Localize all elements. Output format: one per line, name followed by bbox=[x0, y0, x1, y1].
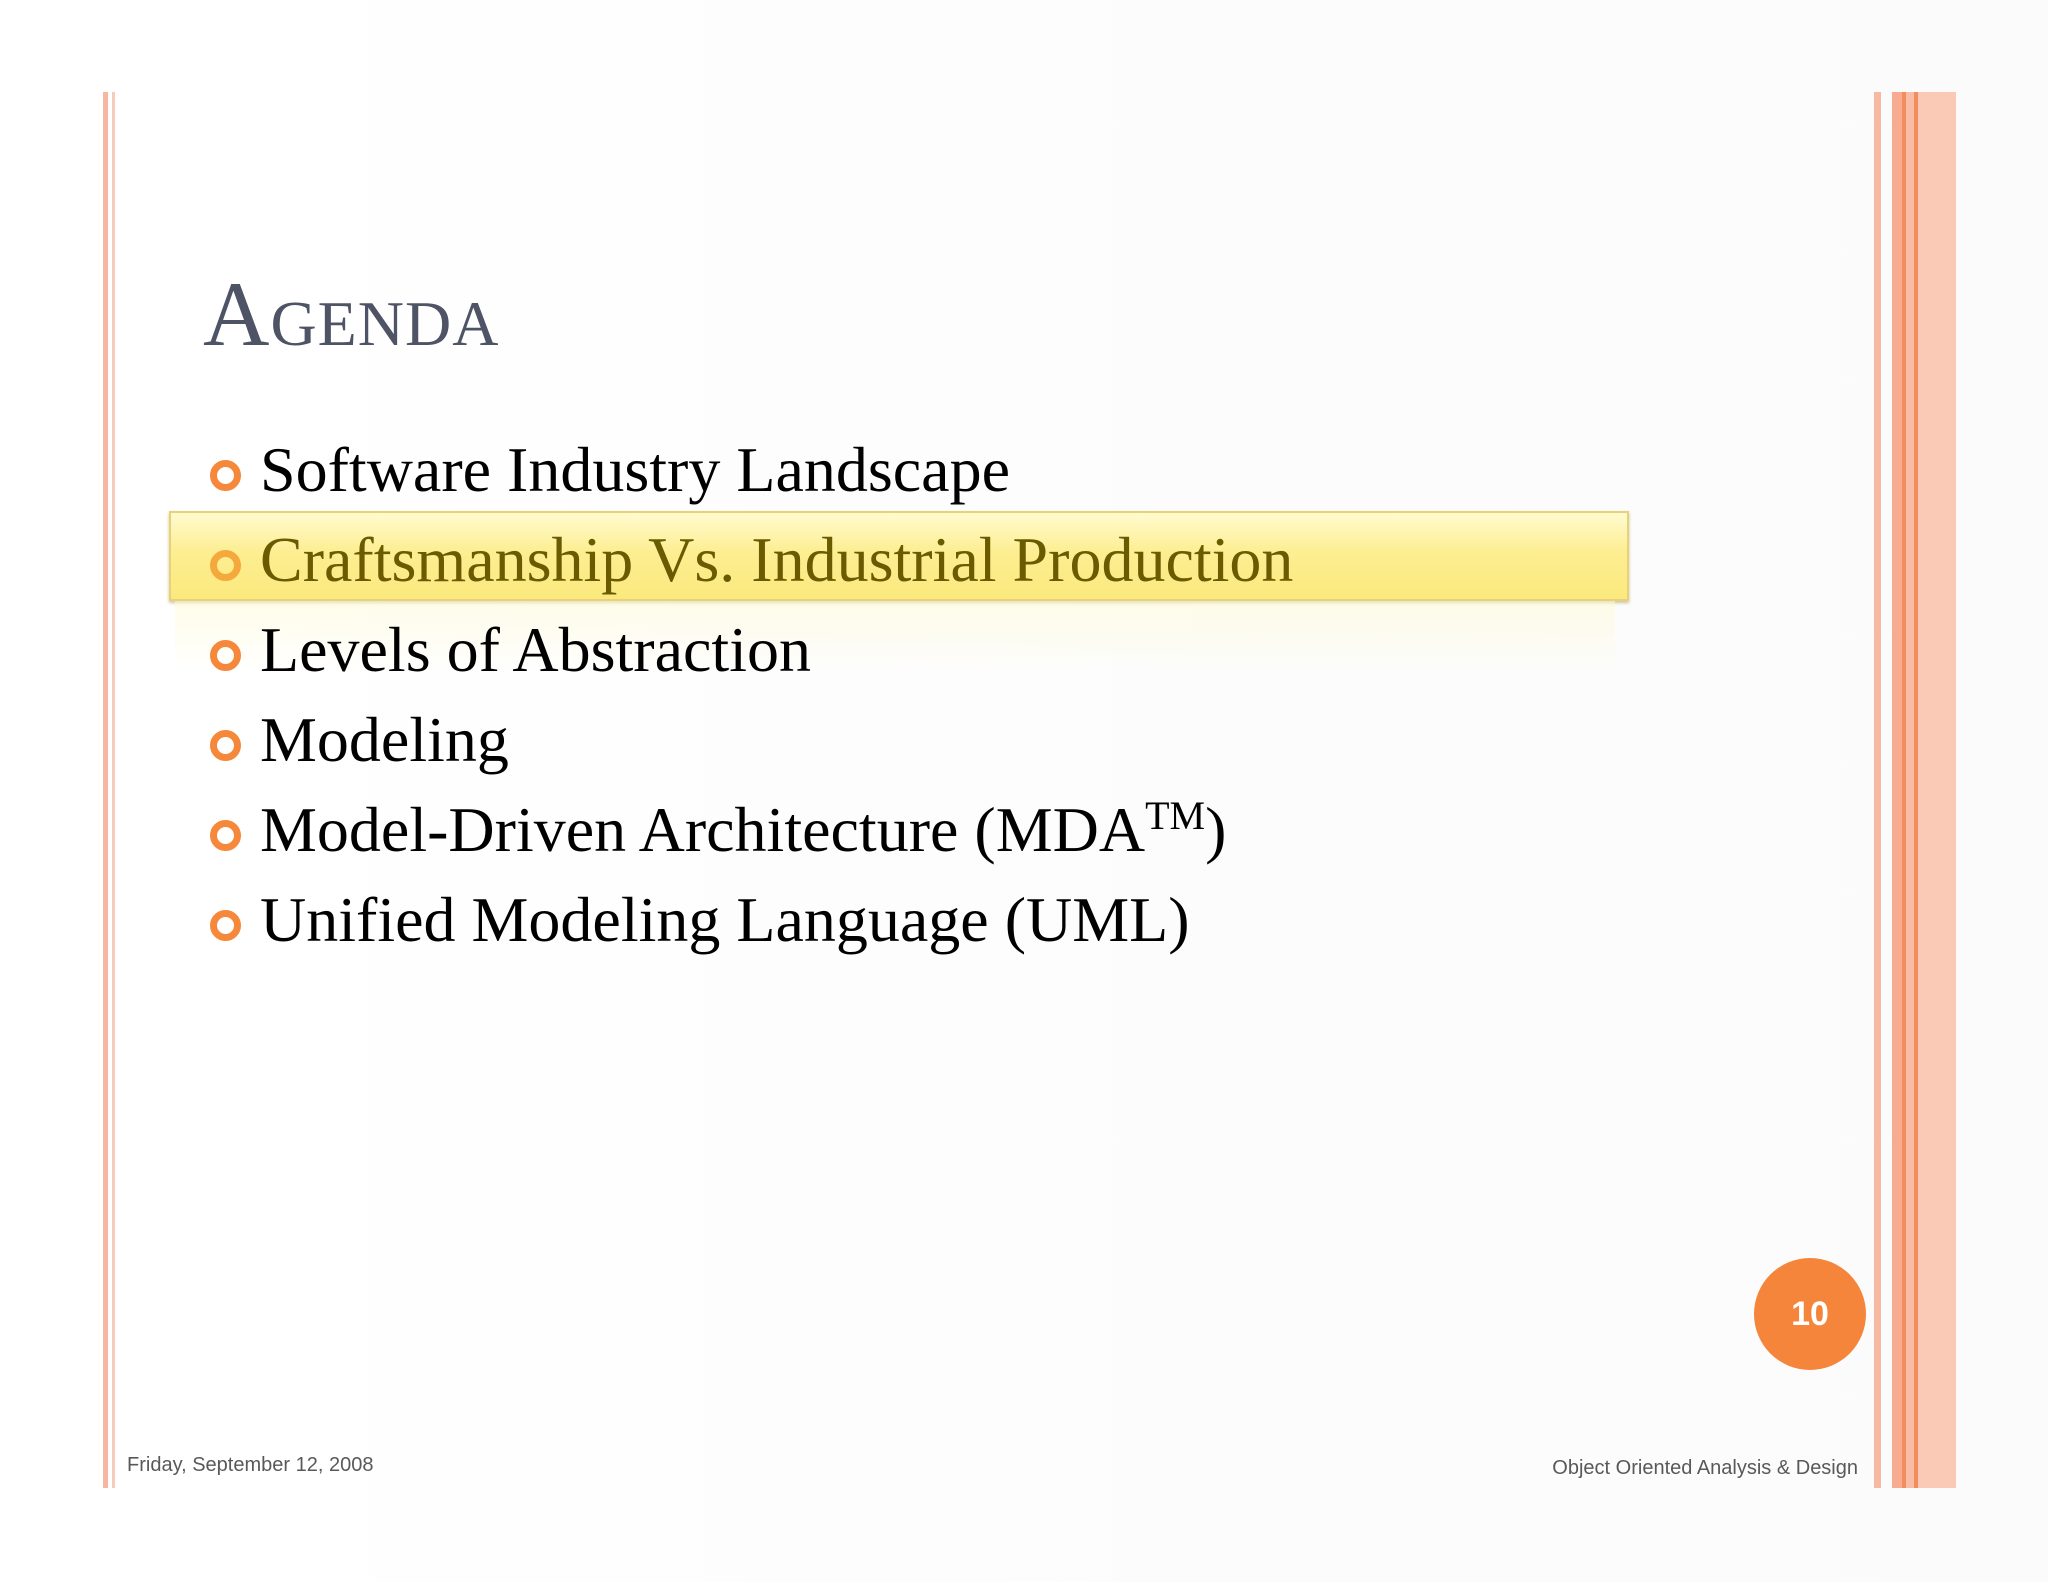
left-border-stripe-inner bbox=[112, 92, 115, 1488]
agenda-item-label: Modeling bbox=[260, 704, 509, 775]
ring-bullet-icon bbox=[210, 910, 241, 941]
right-border-stripe bbox=[1892, 92, 1902, 1488]
agenda-item-label: Craftsmanship Vs. Industrial Production bbox=[260, 524, 1294, 595]
agenda-item: Model-Driven Architecture (MDATM) bbox=[200, 790, 1600, 870]
agenda-item-label: Levels of Abstraction bbox=[260, 614, 811, 685]
right-border-stripe bbox=[1918, 92, 1956, 1488]
left-border-stripe bbox=[103, 92, 108, 1488]
slide: Agenda Software Industry Landscape Craft… bbox=[0, 0, 2048, 1582]
agenda-item: Unified Modeling Language (UML) bbox=[200, 880, 1600, 960]
agenda-item-label: Software Industry Landscape bbox=[260, 434, 1010, 505]
agenda-item: Levels of Abstraction bbox=[200, 610, 1600, 690]
footer-date: Friday, September 12, 2008 bbox=[127, 1454, 374, 1476]
agenda-item-label: Unified Modeling Language (UML) bbox=[260, 884, 1190, 955]
agenda-item: Modeling bbox=[200, 700, 1600, 780]
footer-course-title: Object Oriented Analysis & Design bbox=[1552, 1457, 1858, 1479]
ring-bullet-icon bbox=[210, 820, 241, 851]
page-number-badge: 10 bbox=[1754, 1258, 1866, 1370]
ring-bullet-icon bbox=[210, 460, 241, 491]
ring-bullet-icon bbox=[210, 730, 241, 761]
agenda-item-highlighted: Craftsmanship Vs. Industrial Production bbox=[200, 520, 1600, 600]
ring-bullet-icon bbox=[210, 640, 241, 671]
agenda-item: Software Industry Landscape bbox=[200, 430, 1600, 510]
agenda-item-label: Model-Driven Architecture (MDATM) bbox=[260, 790, 1226, 878]
right-border-stripe bbox=[1874, 92, 1881, 1488]
trademark-superscript: TM bbox=[1145, 793, 1206, 838]
agenda-item-text-end: ) bbox=[1205, 794, 1227, 865]
agenda-item-text: Model-Driven Architecture (MDA bbox=[260, 794, 1146, 865]
ring-bullet-icon bbox=[210, 550, 241, 581]
slide-title: Agenda bbox=[203, 263, 500, 365]
right-border-stripe bbox=[1906, 92, 1914, 1488]
